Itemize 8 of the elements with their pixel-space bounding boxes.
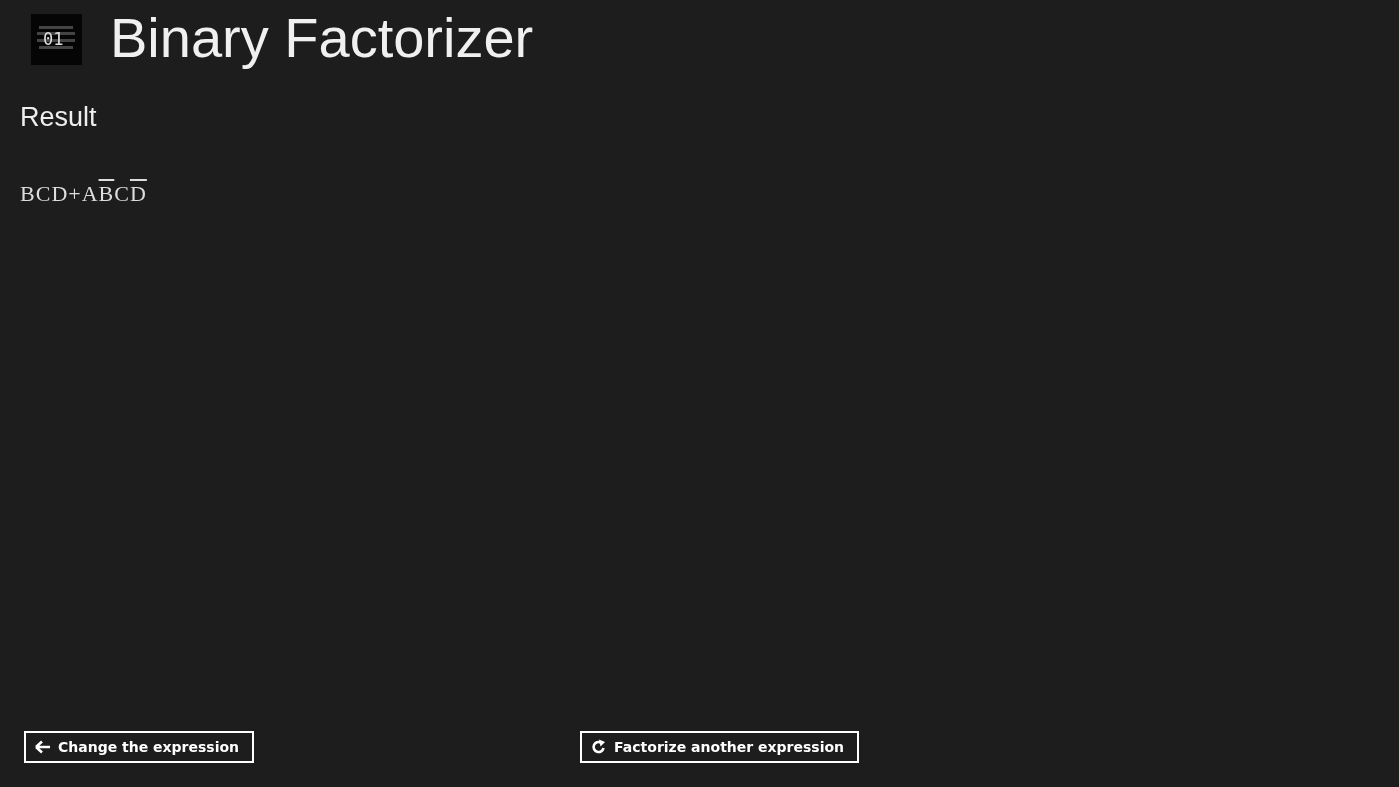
app-title: Binary Factorizer [110, 8, 534, 68]
result-expression: BCD+ABCD [20, 181, 147, 207]
app-logo: 01 [31, 13, 82, 65]
factorize-another-button[interactable]: Factorize another expression [580, 731, 860, 763]
result-heading: Result [20, 102, 97, 133]
change-expression-button[interactable]: Change the expression [24, 731, 255, 763]
refresh-icon [591, 739, 608, 755]
back-arrow-icon [35, 740, 51, 754]
